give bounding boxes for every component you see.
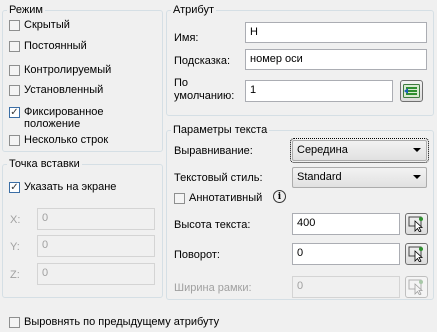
x-input[interactable]: 0 — [37, 208, 155, 230]
specify-on-screen-checkbox-box[interactable]: ✓ — [9, 182, 20, 193]
prompt-input[interactable]: номер оси — [245, 49, 427, 70]
lock-position-checkbox-label: Фиксированное положение — [24, 106, 104, 130]
rotation-pick-button[interactable] — [405, 243, 428, 265]
boundary-width-label: Ширина рамки: — [174, 282, 252, 294]
multiple-lines-checkbox-label: Несколько строк — [24, 134, 109, 146]
text-style-label: Текстовый стиль: — [174, 172, 263, 184]
constant-checkbox-label: Постоянный — [24, 40, 87, 52]
multiple-lines-checkbox-box[interactable] — [9, 135, 20, 146]
default-label-line1: По — [174, 77, 189, 89]
text-style-value: Standard — [297, 171, 342, 183]
z-input[interactable]: 0 — [37, 263, 155, 285]
default-label: По умолчанию: — [174, 77, 234, 103]
rotation-label: Поворот: — [174, 249, 220, 261]
insert-field-icon — [403, 84, 420, 98]
preset-checkbox[interactable]: Установленный — [9, 84, 103, 96]
multiple-lines-checkbox[interactable]: Несколько строк — [9, 134, 108, 146]
name-label: Имя: — [174, 32, 199, 44]
align-below-previous-checkbox[interactable]: Выровнять по предыдущему атрибуту — [9, 316, 219, 328]
lock-position-checkbox[interactable]: ✓ Фиксированное положение — [9, 106, 104, 130]
default-input[interactable]: 1 — [245, 80, 393, 102]
chevron-down-icon — [413, 148, 421, 152]
annotative-checkbox-label: Аннотативный — [189, 192, 263, 204]
justification-label: Выравнивание: — [174, 145, 253, 157]
specify-on-screen-checkbox-label: Указать на экране — [24, 181, 117, 193]
align-below-previous-checkbox-label: Выровнять по предыдущему атрибуту — [24, 316, 220, 328]
verify-checkbox[interactable]: Контролируемый — [9, 64, 111, 76]
attribute-group-title: Атрибут — [173, 4, 214, 16]
pick-point-icon — [408, 279, 424, 295]
hidden-checkbox-box[interactable] — [9, 20, 20, 31]
x-label: X: — [10, 214, 21, 226]
boundary-width-input[interactable]: 0 — [292, 276, 400, 298]
default-label-line2: умолчанию: — [174, 90, 235, 102]
hidden-checkbox[interactable]: Скрытый — [9, 19, 70, 31]
lock-position-checkbox-box[interactable]: ✓ — [9, 107, 20, 118]
lock-position-label-line1: Фиксированное — [24, 106, 104, 118]
insertion-point-group-title: Точка вставки — [9, 158, 80, 170]
preset-checkbox-box[interactable] — [9, 85, 20, 96]
info-icon[interactable]: i — [273, 190, 286, 203]
justification-select[interactable]: Середина — [290, 138, 429, 163]
verify-checkbox-label: Контролируемый — [24, 64, 112, 76]
pick-point-icon — [408, 216, 424, 232]
insert-field-button[interactable] — [400, 80, 423, 102]
constant-checkbox[interactable]: Постоянный — [9, 40, 87, 52]
annotative-checkbox-box[interactable] — [174, 193, 185, 204]
chevron-down-icon — [413, 175, 421, 179]
specify-on-screen-checkbox[interactable]: ✓ Указать на экране — [9, 181, 116, 193]
text-height-label: Высота текста: — [174, 219, 251, 231]
hidden-checkbox-label: Скрытый — [24, 19, 70, 31]
text-style-select[interactable]: Standard — [292, 167, 427, 188]
preset-checkbox-label: Установленный — [24, 84, 104, 96]
y-input[interactable]: 0 — [37, 235, 155, 257]
text-settings-group-title: Параметры текста — [173, 124, 268, 136]
lock-position-label-line2: положение — [24, 118, 81, 130]
annotative-checkbox[interactable]: Аннотативный — [174, 192, 262, 204]
align-below-previous-checkbox-box[interactable] — [9, 317, 20, 328]
constant-checkbox-box[interactable] — [9, 41, 20, 52]
z-label: Z: — [10, 269, 20, 281]
boundary-width-pick-button[interactable] — [405, 276, 428, 298]
text-height-input[interactable]: 400 — [292, 213, 400, 235]
verify-checkbox-box[interactable] — [9, 65, 20, 76]
justification-value: Середина — [297, 144, 348, 156]
pick-point-icon — [408, 246, 424, 262]
name-input[interactable]: Н — [245, 22, 427, 43]
y-label: Y: — [10, 241, 20, 253]
text-height-pick-button[interactable] — [405, 213, 428, 235]
mode-group-title: Режим — [9, 4, 43, 16]
rotation-input[interactable]: 0 — [292, 243, 400, 265]
prompt-label: Подсказка: — [174, 55, 231, 67]
